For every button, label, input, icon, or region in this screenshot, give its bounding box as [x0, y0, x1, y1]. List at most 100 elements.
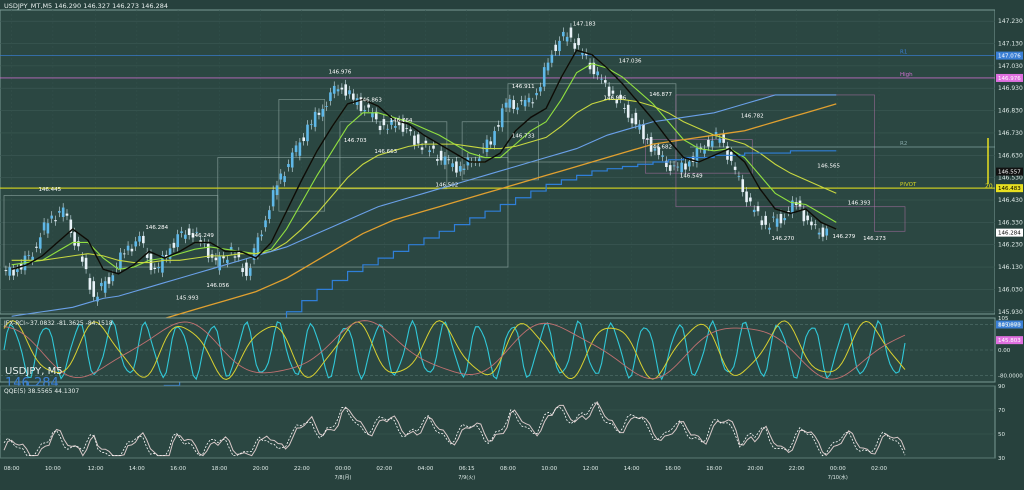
- candle-body: [226, 259, 229, 263]
- candle-body: [222, 256, 225, 259]
- candle-body: [199, 240, 202, 242]
- candle-body: [321, 108, 325, 117]
- range-marker-label: 20: [985, 183, 993, 190]
- price-tick-label: 146.830: [998, 108, 1023, 115]
- time-tick-label: 08:00: [4, 466, 20, 472]
- candle-body: [157, 266, 160, 269]
- swing-price-label: 146.445: [38, 187, 61, 193]
- candle-body: [684, 163, 687, 170]
- candle-body: [103, 281, 107, 293]
- candle-body: [386, 128, 389, 130]
- candle-body: [749, 197, 752, 202]
- candle-body: [806, 215, 809, 221]
- candle-body: [332, 85, 336, 94]
- candle-body: [752, 209, 756, 213]
- candle-body: [58, 211, 61, 213]
- candle-body: [668, 165, 672, 171]
- price-tick-label: 146.430: [998, 197, 1023, 204]
- candle-body: [500, 108, 504, 128]
- swing-price-label: 146.703: [344, 138, 367, 144]
- candle-body: [569, 27, 573, 38]
- swing-price-label: 146.549: [680, 174, 703, 180]
- swing-price-label: 146.270: [771, 236, 794, 242]
- candle-body: [84, 257, 88, 270]
- qqe-panel: QQE(5) 38.5565 44.1307 90 70 50 30: [0, 384, 1005, 462]
- price-tick-label: 146.630: [998, 152, 1023, 159]
- level-label: PIVOT: [900, 182, 917, 188]
- rci-panel: JFX-RCI~37.0832 -81.3625 -84.1518 USDJPY…: [0, 316, 1023, 391]
- time-tick-label: 18:00: [706, 466, 722, 472]
- candle-body: [771, 216, 775, 218]
- candle-body: [245, 262, 248, 276]
- candle-body: [80, 256, 84, 262]
- candle-body: [756, 206, 760, 212]
- candle-body: [340, 87, 344, 90]
- price-tick-label: 147.130: [998, 41, 1023, 48]
- candle-body: [462, 168, 466, 170]
- candle-body: [92, 281, 96, 297]
- price-tick-label: 146.730: [998, 130, 1023, 137]
- swing-price-label: 146.911: [512, 84, 535, 90]
- candle-body: [409, 129, 412, 132]
- swing-price-label: 147.036: [619, 59, 642, 65]
- swing-price-label: 146.284: [145, 225, 168, 231]
- candle-body: [443, 156, 447, 165]
- candle-body: [176, 234, 180, 248]
- swing-price-label: 146.976: [329, 70, 352, 76]
- candle-body: [310, 124, 313, 126]
- price-tick-label: 146.230: [998, 242, 1023, 249]
- time-tick-label: 16:00: [170, 466, 186, 472]
- time-tick-label: 22:00: [294, 466, 310, 472]
- candle-body: [283, 176, 286, 183]
- candle-body: [233, 256, 237, 258]
- candle-body: [504, 102, 508, 108]
- price-tag-label: 146.976: [998, 76, 1021, 82]
- candle-body: [287, 164, 290, 168]
- candle-body: [325, 106, 328, 107]
- time-tick-label: 08:00: [500, 466, 516, 472]
- candle-body: [760, 220, 764, 226]
- swing-price-label: 146.877: [649, 92, 672, 98]
- candle-body: [268, 210, 271, 219]
- rci-tick-label: 80.0000: [998, 322, 1021, 328]
- candle-body: [256, 237, 260, 255]
- swing-price-label: 146.733: [512, 133, 535, 139]
- candle-body: [35, 246, 38, 248]
- candle-body: [424, 140, 428, 144]
- candle-body: [710, 140, 714, 147]
- candle-body: [260, 234, 264, 237]
- level-label: R2: [900, 141, 907, 147]
- candle-body: [42, 222, 46, 231]
- time-tick-label: 20:00: [747, 466, 763, 472]
- candle-body: [428, 150, 431, 153]
- candle-body: [420, 147, 424, 150]
- candle-body: [352, 93, 355, 100]
- candle-body: [416, 134, 420, 144]
- candle-body: [439, 150, 443, 161]
- candle-body: [718, 138, 722, 143]
- candle-body: [367, 104, 370, 108]
- candle-body: [764, 215, 767, 225]
- price-tick-label: 147.230: [998, 18, 1023, 25]
- candle-body: [729, 151, 733, 161]
- swing-price-label: 146.906: [603, 95, 626, 101]
- forex-chart: 147.183 147.036 146.976 146.911 146.863 146.8…: [0, 0, 1024, 490]
- swing-price-label: 147.183: [573, 22, 596, 28]
- price-tag-label: 147.076: [998, 54, 1021, 60]
- candle-body: [539, 87, 542, 92]
- candle-body: [497, 125, 500, 127]
- candle-body: [531, 102, 535, 104]
- qqe-tick-label: 50: [998, 432, 1005, 438]
- candle-body: [783, 218, 787, 221]
- candle-body: [661, 155, 664, 157]
- candle-body: [554, 44, 557, 52]
- time-tick-label: 14:00: [129, 466, 145, 472]
- time-tick-label: 02:00: [376, 466, 392, 472]
- candle-body: [142, 235, 145, 244]
- price-tick-label: 146.130: [998, 264, 1023, 271]
- price-tag-label: 146.557: [998, 170, 1021, 176]
- candle-body: [111, 275, 115, 282]
- candle-body: [317, 112, 321, 115]
- candle-body: [604, 80, 607, 83]
- price-tick-label: 146.330: [998, 219, 1023, 226]
